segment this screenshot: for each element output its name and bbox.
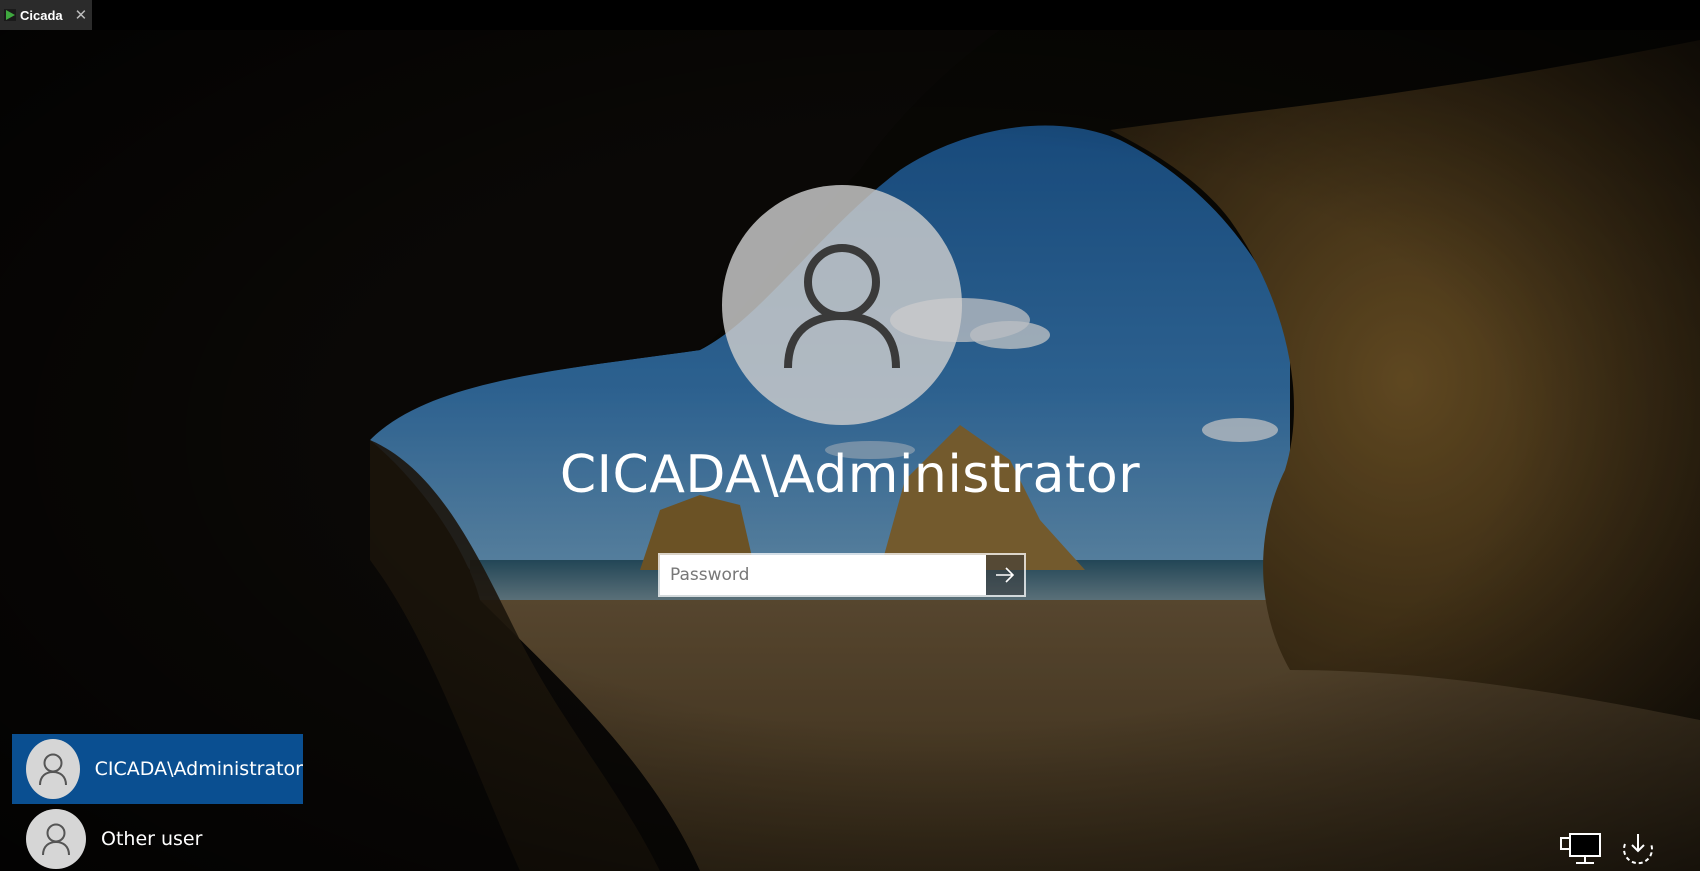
tile-avatar bbox=[26, 739, 80, 799]
session-tab[interactable]: Cicada ✕ bbox=[0, 0, 92, 30]
arrow-right-icon bbox=[996, 567, 1015, 583]
session-tab-title: Cicada bbox=[20, 7, 63, 23]
user-tile-administrator[interactable]: CICADA\Administrator bbox=[12, 734, 303, 804]
password-input[interactable] bbox=[660, 555, 986, 595]
user-tile-label: CICADA\Administrator bbox=[94, 758, 303, 780]
close-icon[interactable]: ✕ bbox=[75, 8, 88, 23]
username-heading: CICADA\Administrator bbox=[559, 445, 1141, 505]
user-silhouette-icon bbox=[38, 753, 67, 786]
play-icon bbox=[4, 9, 16, 21]
submit-button[interactable] bbox=[986, 555, 1024, 595]
user-silhouette-icon bbox=[784, 244, 900, 369]
user-tile-label: Other user bbox=[101, 828, 203, 850]
user-silhouette-icon bbox=[42, 823, 70, 856]
network-icon[interactable] bbox=[1560, 832, 1602, 868]
tile-avatar bbox=[26, 809, 86, 869]
power-icon[interactable] bbox=[1617, 832, 1659, 868]
user-tile-other-user[interactable]: Other user bbox=[12, 804, 303, 871]
password-box bbox=[658, 553, 1026, 597]
remote-session-tabstrip: Cicada ✕ bbox=[0, 0, 1700, 30]
user-avatar bbox=[722, 185, 962, 425]
